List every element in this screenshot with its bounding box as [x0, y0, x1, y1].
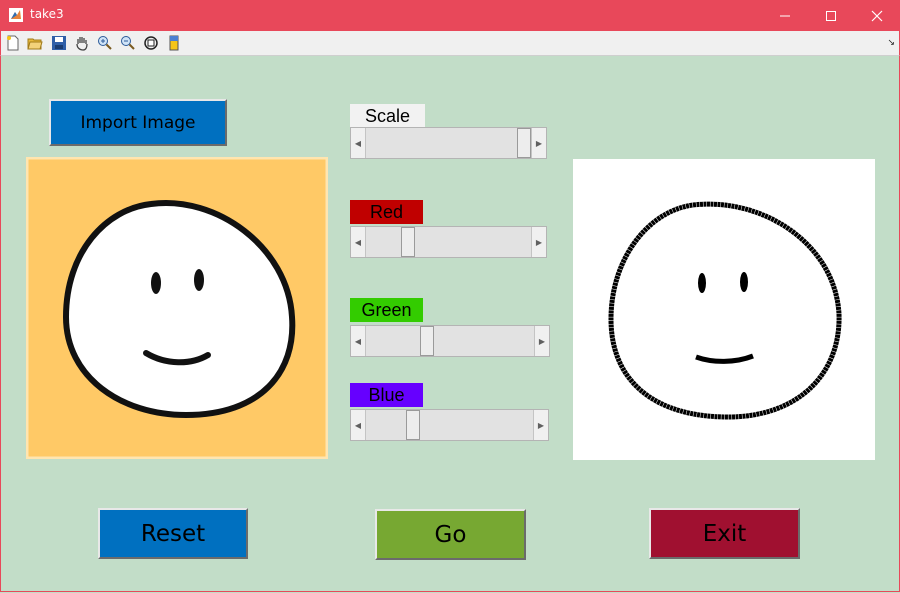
- go-button[interactable]: Go: [375, 509, 526, 560]
- original-image-axes: [25, 156, 329, 460]
- red-label: Red: [369, 201, 404, 222]
- dock-arrow-icon[interactable]: ↘: [887, 38, 895, 48]
- blue-label: Blue: [368, 384, 405, 405]
- red-slider-thumb[interactable]: [400, 227, 415, 257]
- minimize-button[interactable]: [762, 0, 808, 31]
- reset-label: Reset: [140, 520, 206, 547]
- scale-slider-thumb[interactable]: [517, 128, 531, 158]
- smiley-face-image: [25, 156, 329, 460]
- reset-button[interactable]: Reset: [98, 508, 248, 559]
- green-slider-thumb[interactable]: [419, 326, 434, 356]
- minimize-icon: [780, 15, 790, 16]
- scale-label-box: Scale: [350, 104, 425, 128]
- scale-slider-left-arrow[interactable]: ◀: [351, 128, 366, 158]
- zoom-in-button[interactable]: [96, 34, 114, 52]
- blue-slider-right-arrow[interactable]: ▶: [533, 410, 548, 440]
- blue-slider-left-arrow[interactable]: ◀: [351, 410, 366, 440]
- pan-button[interactable]: [73, 34, 91, 52]
- exit-button[interactable]: Exit: [649, 508, 800, 559]
- save-icon: [52, 36, 66, 50]
- save-button[interactable]: [50, 34, 68, 52]
- green-slider-left-arrow[interactable]: ◀: [351, 326, 366, 356]
- title-bar: take3: [0, 0, 900, 31]
- exit-label: Exit: [702, 520, 747, 547]
- figure-toolbar: ↘: [0, 31, 900, 56]
- green-slider-right-arrow[interactable]: ▶: [534, 326, 549, 356]
- blue-label-box: Blue: [350, 383, 423, 407]
- open-folder-icon: [27, 38, 43, 50]
- processed-image-axes: [573, 159, 875, 460]
- colorbar-icon: [169, 35, 179, 51]
- red-slider[interactable]: ◀ ▶: [350, 226, 547, 258]
- open-folder-button[interactable]: [26, 34, 44, 52]
- red-slider-right-arrow[interactable]: ▶: [531, 227, 546, 257]
- green-label: Green: [361, 299, 412, 320]
- smiley-edges-image: [608, 201, 842, 420]
- go-label: Go: [434, 521, 467, 548]
- scale-slider-right-arrow[interactable]: ▶: [531, 128, 546, 158]
- blue-slider-thumb[interactable]: [405, 410, 420, 440]
- new-file-button[interactable]: [4, 34, 22, 52]
- rotate-3d-icon: [144, 36, 158, 50]
- close-button[interactable]: [854, 0, 900, 31]
- matlab-icon: [9, 8, 23, 22]
- new-file-icon: [7, 35, 19, 51]
- green-slider[interactable]: ◀ ▶: [350, 325, 550, 357]
- blue-slider[interactable]: ◀ ▶: [350, 409, 549, 441]
- import-image-label: Import Image: [80, 112, 196, 133]
- close-icon: [871, 10, 883, 21]
- maximize-button[interactable]: [808, 0, 854, 31]
- maximize-icon: [826, 10, 836, 21]
- zoom-in-icon: [98, 36, 112, 50]
- green-label-box: Green: [350, 298, 423, 322]
- scale-slider[interactable]: ◀ ▶: [350, 127, 547, 159]
- rotate-button[interactable]: [142, 34, 160, 52]
- red-label-box: Red: [350, 200, 423, 224]
- colorbar-button[interactable]: [165, 34, 183, 52]
- window-title: take3: [30, 7, 64, 21]
- pan-hand-icon: [76, 37, 88, 51]
- zoom-out-icon: [121, 36, 135, 50]
- red-slider-left-arrow[interactable]: ◀: [351, 227, 366, 257]
- import-image-button[interactable]: Import Image: [49, 99, 227, 146]
- zoom-out-button[interactable]: [119, 34, 137, 52]
- scale-label: Scale: [364, 105, 411, 126]
